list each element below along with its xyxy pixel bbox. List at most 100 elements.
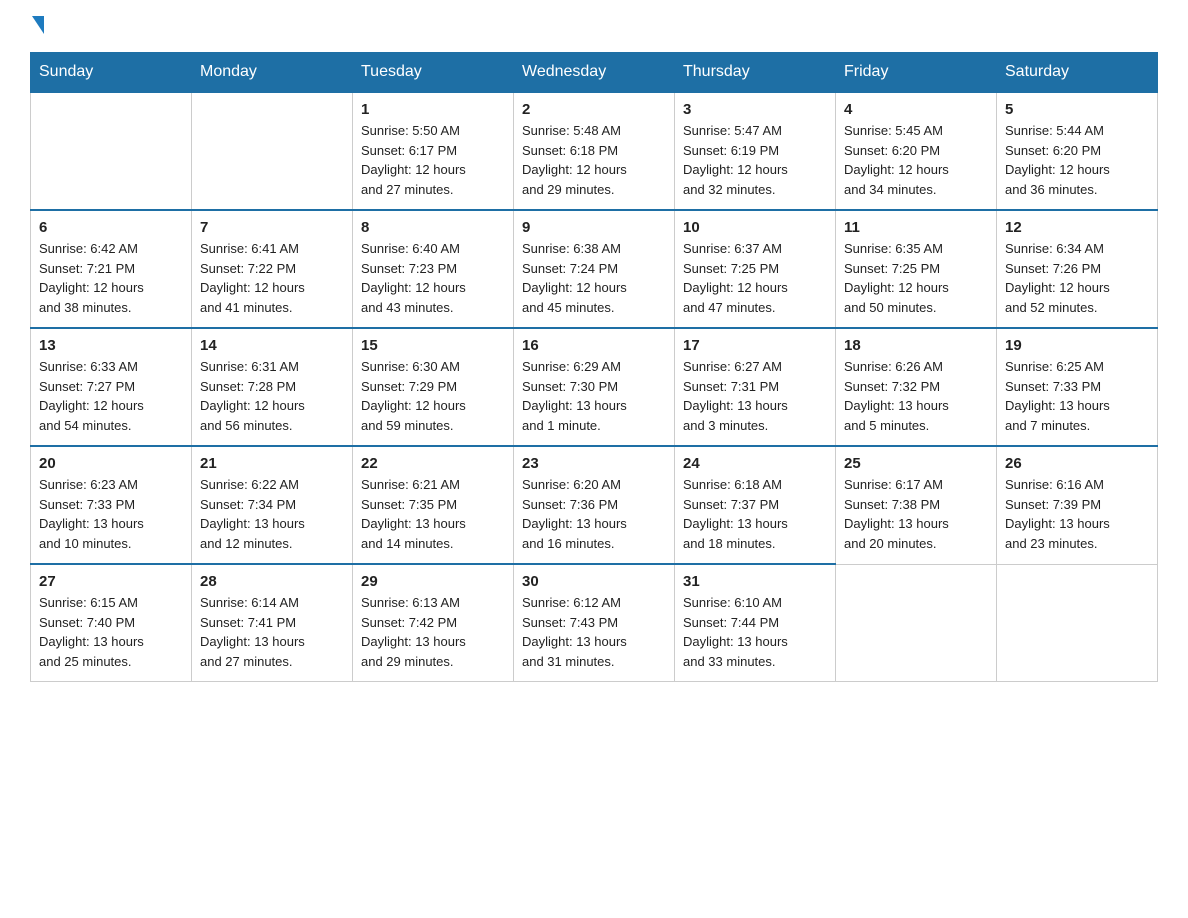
calendar-header: SundayMondayTuesdayWednesdayThursdayFrid… xyxy=(31,53,1158,93)
day-number: 3 xyxy=(683,101,827,118)
day-cell: 14 Sunrise: 6:31 AM Sunset: 7:28 PM Dayli… xyxy=(192,328,353,446)
day-info: Sunrise: 5:47 AM Sunset: 6:19 PM Dayligh… xyxy=(683,121,827,199)
day-cell: 22Sunrise: 6:21 AM Sunset: 7:35 PM Dayli… xyxy=(353,446,514,564)
header-row: SundayMondayTuesdayWednesdayThursdayFrid… xyxy=(31,53,1158,93)
day-cell: 2 Sunrise: 5:48 AM Sunset: 6:18 PM Daylig… xyxy=(514,92,675,210)
day-cell: 25 Sunrise: 6:17 AM Sunset: 7:38 PM Dayli… xyxy=(836,446,997,564)
calendar-body: 1 Sunrise: 5:50 AM Sunset: 6:17 PM Daylig… xyxy=(31,92,1158,682)
day-cell: 10 Sunrise: 6:37 AM Sunset: 7:25 PM Dayli… xyxy=(675,210,836,328)
day-number: 17 xyxy=(683,337,827,354)
day-number: 14 xyxy=(200,337,344,354)
week-row-3: 20 Sunrise: 6:23 AM Sunset: 7:33 PM Dayli… xyxy=(31,446,1158,564)
day-info: Sunrise: 6:25 AM Sunset: 7:33 PM Dayligh… xyxy=(1005,357,1149,435)
day-cell: 6 Sunrise: 6:42 AM Sunset: 7:21 PM Daylig… xyxy=(31,210,192,328)
day-info: Sunrise: 5:45 AM Sunset: 6:20 PM Dayligh… xyxy=(844,121,988,199)
day-number: 2 xyxy=(522,101,666,118)
day-info: Sunrise: 6:35 AM Sunset: 7:25 PM Dayligh… xyxy=(844,239,988,317)
day-info: Sunrise: 6:33 AM Sunset: 7:27 PM Dayligh… xyxy=(39,357,183,435)
day-cell: 4 Sunrise: 5:45 AM Sunset: 6:20 PM Daylig… xyxy=(836,92,997,210)
day-info: Sunrise: 5:48 AM Sunset: 6:18 PM Dayligh… xyxy=(522,121,666,199)
day-cell: 9 Sunrise: 6:38 AM Sunset: 7:24 PM Daylig… xyxy=(514,210,675,328)
logo-triangle-icon xyxy=(32,16,44,34)
day-number: 13 xyxy=(39,337,183,354)
day-number: 24 xyxy=(683,455,827,472)
day-info: Sunrise: 6:21 AM Sunset: 7:35 PM Dayligh… xyxy=(361,475,505,553)
day-cell: 5 Sunrise: 5:44 AM Sunset: 6:20 PM Daylig… xyxy=(997,92,1158,210)
day-info: Sunrise: 6:27 AM Sunset: 7:31 PM Dayligh… xyxy=(683,357,827,435)
day-cell: 12Sunrise: 6:34 AM Sunset: 7:26 PM Dayli… xyxy=(997,210,1158,328)
day-info: Sunrise: 6:10 AM Sunset: 7:44 PM Dayligh… xyxy=(683,593,827,671)
day-info: Sunrise: 6:40 AM Sunset: 7:23 PM Dayligh… xyxy=(361,239,505,317)
day-number: 8 xyxy=(361,219,505,236)
day-cell: 15 Sunrise: 6:30 AM Sunset: 7:29 PM Dayli… xyxy=(353,328,514,446)
day-info: Sunrise: 6:31 AM Sunset: 7:28 PM Dayligh… xyxy=(200,357,344,435)
week-row-4: 27 Sunrise: 6:15 AM Sunset: 7:40 PM Dayli… xyxy=(31,564,1158,682)
day-cell: 8 Sunrise: 6:40 AM Sunset: 7:23 PM Daylig… xyxy=(353,210,514,328)
day-number: 20 xyxy=(39,455,183,472)
day-cell: 23Sunrise: 6:20 AM Sunset: 7:36 PM Dayli… xyxy=(514,446,675,564)
day-number: 11 xyxy=(844,219,988,236)
day-number: 16 xyxy=(522,337,666,354)
day-info: Sunrise: 6:29 AM Sunset: 7:30 PM Dayligh… xyxy=(522,357,666,435)
day-info: Sunrise: 6:23 AM Sunset: 7:33 PM Dayligh… xyxy=(39,475,183,553)
header-cell-monday: Monday xyxy=(192,53,353,93)
day-number: 19 xyxy=(1005,337,1149,354)
day-number: 29 xyxy=(361,573,505,590)
day-cell: 7Sunrise: 6:41 AM Sunset: 7:22 PM Daylig… xyxy=(192,210,353,328)
day-cell: 11 Sunrise: 6:35 AM Sunset: 7:25 PM Dayli… xyxy=(836,210,997,328)
day-number: 7 xyxy=(200,219,344,236)
header-cell-tuesday: Tuesday xyxy=(353,53,514,93)
day-cell: 28Sunrise: 6:14 AM Sunset: 7:41 PM Dayli… xyxy=(192,564,353,682)
day-cell xyxy=(192,92,353,210)
day-info: Sunrise: 6:30 AM Sunset: 7:29 PM Dayligh… xyxy=(361,357,505,435)
day-info: Sunrise: 6:37 AM Sunset: 7:25 PM Dayligh… xyxy=(683,239,827,317)
day-cell xyxy=(836,564,997,682)
day-cell: 1 Sunrise: 5:50 AM Sunset: 6:17 PM Daylig… xyxy=(353,92,514,210)
day-cell: 24 Sunrise: 6:18 AM Sunset: 7:37 PM Dayli… xyxy=(675,446,836,564)
day-cell: 18Sunrise: 6:26 AM Sunset: 7:32 PM Dayli… xyxy=(836,328,997,446)
day-cell: 27 Sunrise: 6:15 AM Sunset: 7:40 PM Dayli… xyxy=(31,564,192,682)
day-number: 10 xyxy=(683,219,827,236)
day-number: 6 xyxy=(39,219,183,236)
day-cell xyxy=(31,92,192,210)
day-info: Sunrise: 6:26 AM Sunset: 7:32 PM Dayligh… xyxy=(844,357,988,435)
day-number: 5 xyxy=(1005,101,1149,118)
day-number: 21 xyxy=(200,455,344,472)
day-info: Sunrise: 6:34 AM Sunset: 7:26 PM Dayligh… xyxy=(1005,239,1149,317)
header-cell-saturday: Saturday xyxy=(997,53,1158,93)
day-number: 9 xyxy=(522,219,666,236)
day-number: 1 xyxy=(361,101,505,118)
day-info: Sunrise: 6:38 AM Sunset: 7:24 PM Dayligh… xyxy=(522,239,666,317)
day-cell: 26 Sunrise: 6:16 AM Sunset: 7:39 PM Dayli… xyxy=(997,446,1158,564)
day-info: Sunrise: 6:15 AM Sunset: 7:40 PM Dayligh… xyxy=(39,593,183,671)
day-info: Sunrise: 6:42 AM Sunset: 7:21 PM Dayligh… xyxy=(39,239,183,317)
week-row-1: 6 Sunrise: 6:42 AM Sunset: 7:21 PM Daylig… xyxy=(31,210,1158,328)
day-number: 25 xyxy=(844,455,988,472)
day-cell: 29 Sunrise: 6:13 AM Sunset: 7:42 PM Dayli… xyxy=(353,564,514,682)
day-number: 31 xyxy=(683,573,827,590)
day-number: 15 xyxy=(361,337,505,354)
day-number: 27 xyxy=(39,573,183,590)
day-cell: 13 Sunrise: 6:33 AM Sunset: 7:27 PM Dayli… xyxy=(31,328,192,446)
logo xyxy=(30,20,44,34)
day-cell: 19 Sunrise: 6:25 AM Sunset: 7:33 PM Dayli… xyxy=(997,328,1158,446)
day-number: 30 xyxy=(522,573,666,590)
day-info: Sunrise: 6:13 AM Sunset: 7:42 PM Dayligh… xyxy=(361,593,505,671)
day-cell: 20 Sunrise: 6:23 AM Sunset: 7:33 PM Dayli… xyxy=(31,446,192,564)
logo-blue-part xyxy=(30,20,44,34)
day-info: Sunrise: 6:17 AM Sunset: 7:38 PM Dayligh… xyxy=(844,475,988,553)
day-number: 26 xyxy=(1005,455,1149,472)
day-info: Sunrise: 6:16 AM Sunset: 7:39 PM Dayligh… xyxy=(1005,475,1149,553)
day-info: Sunrise: 5:50 AM Sunset: 6:17 PM Dayligh… xyxy=(361,121,505,199)
day-number: 4 xyxy=(844,101,988,118)
day-cell xyxy=(997,564,1158,682)
day-cell: 17 Sunrise: 6:27 AM Sunset: 7:31 PM Dayli… xyxy=(675,328,836,446)
day-cell: 31 Sunrise: 6:10 AM Sunset: 7:44 PM Dayli… xyxy=(675,564,836,682)
day-cell: 30Sunrise: 6:12 AM Sunset: 7:43 PM Dayli… xyxy=(514,564,675,682)
day-info: Sunrise: 5:44 AM Sunset: 6:20 PM Dayligh… xyxy=(1005,121,1149,199)
header-cell-wednesday: Wednesday xyxy=(514,53,675,93)
day-cell: 3 Sunrise: 5:47 AM Sunset: 6:19 PM Daylig… xyxy=(675,92,836,210)
day-info: Sunrise: 6:18 AM Sunset: 7:37 PM Dayligh… xyxy=(683,475,827,553)
week-row-2: 13 Sunrise: 6:33 AM Sunset: 7:27 PM Dayli… xyxy=(31,328,1158,446)
day-cell: 21Sunrise: 6:22 AM Sunset: 7:34 PM Dayli… xyxy=(192,446,353,564)
